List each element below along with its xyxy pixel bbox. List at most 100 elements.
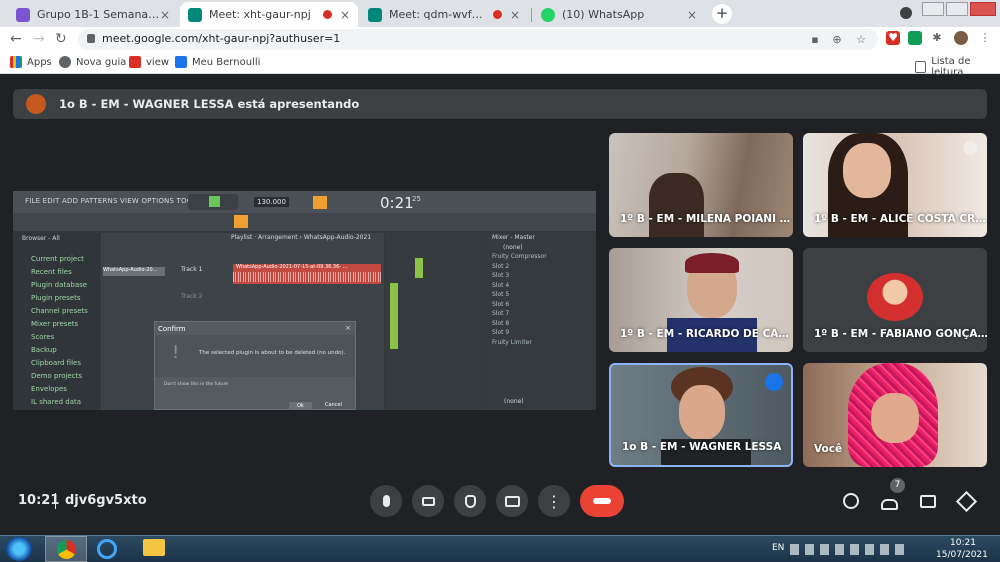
participant-tile[interactable]: 1º B - EM - FABIANO GONÇA… (803, 248, 987, 352)
fl-mixer-list: Fruity Compressor Slot 2 Slot 3 Slot 4 Slot … (483, 252, 595, 347)
participant-face (679, 385, 725, 440)
bookmark-label: view (146, 56, 170, 68)
fl-highlight-button (234, 215, 248, 228)
participant-tile[interactable]: 1º B - EM - RICARDO DE CA… (609, 248, 793, 352)
activities-button[interactable] (955, 490, 977, 512)
tray-icons (790, 544, 910, 555)
tab-whatsapp[interactable]: (10) WhatsApp × (533, 2, 705, 27)
tab-grupo[interactable]: Grupo 1B-1 Semana do Carmo 2… × (8, 2, 178, 27)
extensions-puzzle-icon[interactable]: ✱ (930, 31, 944, 45)
bookmark-meu-bernoulli[interactable]: Meu Bernoulli (175, 56, 260, 68)
forward-icon[interactable]: → (33, 31, 45, 47)
fl-browser-item: Plugin database (31, 281, 88, 289)
chat-button[interactable] (917, 490, 939, 512)
tab-title: Grupo 1B-1 Semana do Carmo 2… (37, 8, 160, 21)
participants-count-badge: 7 (890, 478, 905, 493)
participant-name: Você (814, 443, 843, 455)
microphone-icon (382, 495, 390, 507)
fl-dialog-text: The selected plugin is about to be delet… (199, 350, 346, 356)
camera-icon[interactable]: ▪ (808, 33, 822, 47)
participant-tile[interactable]: 1º B - EM - MILENA POIANI … (609, 133, 793, 237)
bookmark-label: Meu Bernoulli (192, 56, 261, 68)
address-bar[interactable]: meet.google.com/xht-gaur-npj?authuser=1 … (78, 29, 878, 50)
bookmark-nova-guia[interactable]: Nova guia (59, 56, 126, 68)
start-button[interactable] (6, 537, 32, 561)
tab-meet-xht[interactable]: Meet: xht-gaur-npj × (180, 2, 358, 27)
close-icon[interactable]: × (340, 8, 350, 22)
taskbar-chrome[interactable] (45, 536, 87, 562)
participant-name: 1º B - EM - ALICE COSTA CR… (814, 213, 986, 225)
fl-browser-item: Scores (31, 333, 55, 341)
fl-browser-item: Backup (31, 346, 57, 354)
fl-dialog-body: ! The selected plugin is about to be del… (155, 335, 355, 377)
fl-dialog-title: Confirm (158, 325, 186, 333)
fl-mixer-slot: Fruity Limiter (492, 338, 532, 346)
back-icon[interactable]: ← (10, 31, 22, 47)
leave-call-button[interactable] (580, 485, 624, 517)
tile-options-icon[interactable] (963, 141, 977, 155)
people-icon (880, 498, 898, 510)
fl-mixer-slot: Slot 4 (492, 281, 510, 289)
fl-browser-item: Channel presets (31, 307, 88, 315)
presenting-banner: 1o B - EM - WAGNER LESSA está apresentan… (13, 89, 987, 119)
menu-kebab-icon[interactable]: ⋮ (978, 31, 992, 45)
tray-time[interactable]: 10:21 (950, 538, 976, 548)
hangup-icon (593, 498, 611, 504)
fl-track2-label: Track 2 (181, 293, 203, 300)
tab-meet-qdm[interactable]: Meet: qdm-wvfg-voq × (360, 2, 528, 27)
close-icon[interactable]: × (510, 8, 520, 22)
tab-separator (531, 8, 532, 22)
lock-icon[interactable] (87, 34, 95, 43)
extension-shield-icon[interactable]: ♥ (886, 31, 900, 45)
raise-hand-button[interactable] (454, 485, 486, 517)
participants-button[interactable] (878, 490, 900, 512)
bernoulli-logo-icon (175, 56, 187, 68)
participant-avatar (867, 273, 923, 321)
participant-tile-active-speaker[interactable]: 1o B - EM - WAGNER LESSA (609, 363, 793, 467)
profile-avatar[interactable] (954, 31, 968, 45)
close-icon[interactable]: × (160, 8, 170, 22)
reload-icon[interactable]: ↻ (55, 31, 67, 47)
recording-dot-icon (322, 10, 332, 19)
present-icon (504, 495, 520, 507)
reading-list-icon (915, 61, 927, 73)
browser-toolbar: ← → ↻ meet.google.com/xht-gaur-npj?authu… (0, 27, 1000, 52)
more-options-button[interactable]: ⋮ (538, 485, 570, 517)
camera-button[interactable] (412, 485, 444, 517)
bookmark-view[interactable]: view (129, 56, 169, 68)
new-tab-button[interactable]: + (712, 4, 732, 24)
fl-browser-item: Recent files (31, 268, 72, 276)
fl-time-display: 0:21 (380, 194, 414, 212)
participant-tile[interactable]: 1º B - EM - ALICE COSTA CR… (803, 133, 987, 237)
bookmark-apps[interactable]: Apps (10, 56, 52, 68)
window-close-icon[interactable] (970, 2, 996, 16)
taskbar-ie[interactable] (97, 539, 121, 559)
present-screen-button[interactable] (496, 485, 528, 517)
fl-dialog-warning-icon: ! (172, 342, 180, 363)
fl-confirm-dialog: Confirm × ! The selected plugin is about… (154, 321, 356, 410)
participant-tile-self[interactable]: Você (803, 363, 987, 467)
fl-time-sub: 25 (412, 195, 421, 203)
fl-clip-label: WhatsApp-Audio-2021-07-15-at-09.36.36- … (236, 264, 348, 270)
meeting-details-button[interactable] (840, 490, 862, 512)
star-icon[interactable]: ☆ (854, 33, 868, 47)
close-icon[interactable]: × (687, 8, 697, 22)
tab-search-icon[interactable] (900, 7, 912, 19)
fl-dialog-check: Don't show this in the future (164, 382, 229, 387)
speaking-indicator-icon (765, 373, 783, 391)
fl-waveform (233, 272, 381, 282)
fl-browser-item: Demo projects (31, 372, 82, 380)
fl-mixer-slot: Fruity Compressor (492, 253, 547, 260)
tray-language[interactable]: EN (772, 543, 784, 553)
taskbar-explorer[interactable] (143, 539, 167, 559)
maximize-icon[interactable] (946, 2, 968, 16)
minimize-icon[interactable] (922, 2, 944, 16)
meeting-time: 10:21 (18, 493, 60, 508)
zoom-icon[interactable]: ⊕ (830, 33, 844, 47)
whatsapp-favicon-icon (541, 7, 555, 22)
extension-sheets-icon[interactable] (908, 31, 922, 45)
fl-dialog-close: × (345, 324, 351, 332)
fl-browser-item: Impulses (13, 409, 100, 410)
tray-date[interactable]: 15/07/2021 (936, 550, 988, 560)
microphone-button[interactable] (370, 485, 402, 517)
